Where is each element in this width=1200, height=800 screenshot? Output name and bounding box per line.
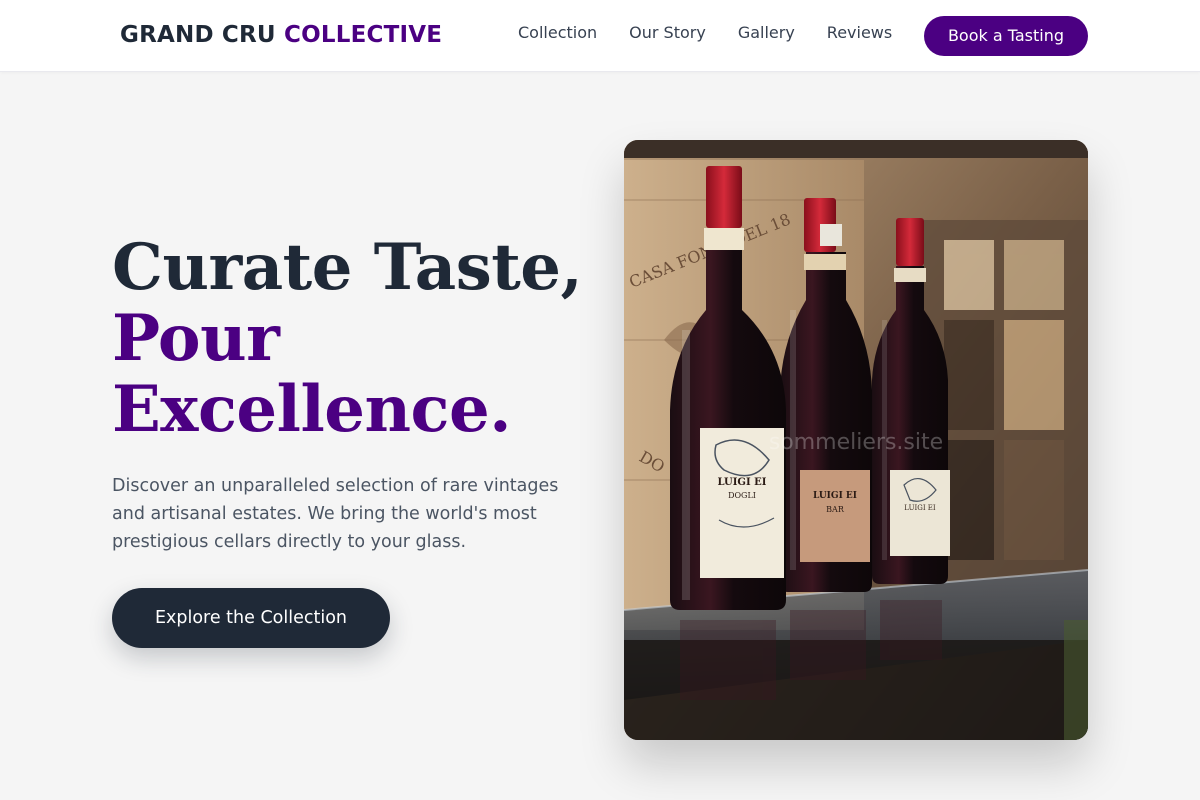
brand-name-part1: GRAND CRU: [120, 22, 276, 48]
nav-link-our-story[interactable]: Our Story: [629, 22, 706, 44]
hero-title: Curate Taste, Pour Excellence.: [112, 230, 583, 447]
bottle-label-text-3: LUIGI EI: [904, 504, 936, 512]
brand-name-part2: COLLECTIVE: [284, 22, 443, 48]
svg-text:DOGLI: DOGLI: [728, 491, 756, 500]
bottle-label-text-1: LUIGI EI: [718, 477, 767, 488]
explore-collection-button[interactable]: Explore the Collection: [112, 588, 390, 648]
svg-text:BAR: BAR: [826, 505, 845, 514]
image-watermark: sommeliers.site: [768, 430, 944, 455]
brand-logo[interactable]: GRAND CRU COLLECTIVE: [120, 20, 442, 50]
nav-link-reviews[interactable]: Reviews: [827, 22, 892, 44]
nav-link-collection[interactable]: Collection: [518, 22, 597, 44]
nav-links: Collection Our Story Gallery Reviews: [518, 22, 892, 44]
navbar: GRAND CRU COLLECTIVE Collection Our Stor…: [0, 0, 1200, 72]
nav-link-gallery[interactable]: Gallery: [738, 22, 795, 44]
hero-title-line1: Curate Taste,: [112, 230, 583, 305]
book-tasting-button[interactable]: Book a Tasting: [924, 16, 1088, 56]
hero-wine-image: CASA FONTI DEL 18 DO LUIGI EI LUIGI EI B…: [624, 140, 1088, 740]
bottle-label-text-2: LUIGI EI: [813, 491, 857, 501]
hero-title-line2: Pour: [112, 301, 280, 376]
hero-title-line3: Excellence.: [112, 372, 511, 447]
hero-description: Discover an unparalleled selection of ra…: [112, 476, 559, 552]
